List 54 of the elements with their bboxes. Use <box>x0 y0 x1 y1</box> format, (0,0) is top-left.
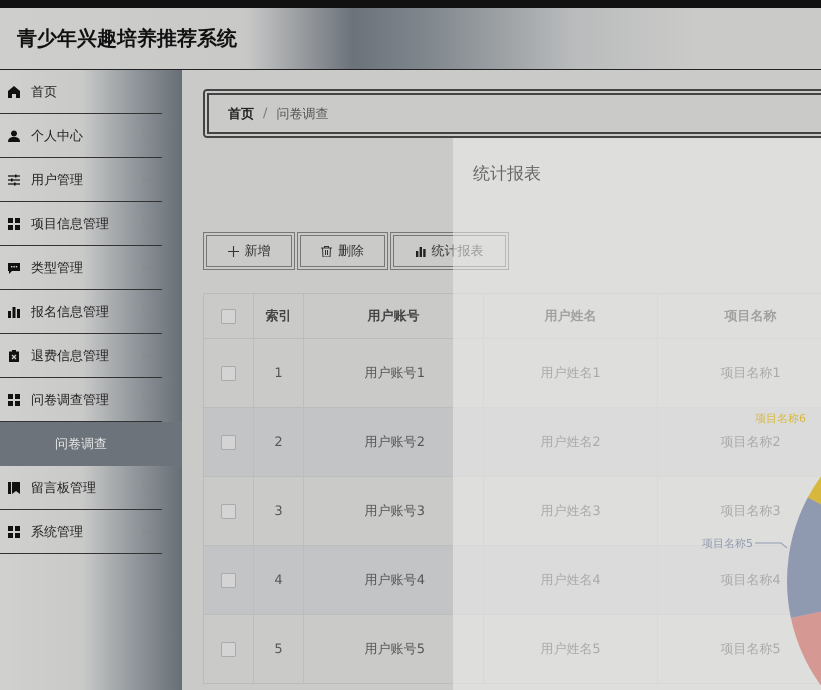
dialog-title: 统计报表 <box>472 163 542 185</box>
clipboard-icon <box>8 350 20 362</box>
add-button[interactable]: 新增 <box>203 232 295 270</box>
app-title: 青少年兴趣培养推荐系统 <box>17 25 237 52</box>
grid-icon <box>8 526 20 538</box>
row-checkbox[interactable] <box>221 434 236 450</box>
book-icon <box>8 482 20 494</box>
bar-chart-icon <box>416 246 426 256</box>
table-cell: 用户账号3 <box>304 477 484 545</box>
report-button[interactable]: 统计报表 <box>390 232 509 270</box>
grid-icon <box>8 394 20 406</box>
sidebar-item[interactable]: 个人中心 <box>0 114 162 158</box>
sidebar-item[interactable]: 系统管理 <box>0 510 162 554</box>
sidebar-item[interactable]: 项目信息管理 <box>0 202 162 246</box>
sidebar-item[interactable]: 报名信息管理 <box>0 290 162 334</box>
row-checkbox[interactable] <box>221 572 236 588</box>
house-icon <box>8 86 20 98</box>
table-cell: 用户账号4 <box>304 546 484 614</box>
column-header: 用户账号 <box>304 294 484 338</box>
table-cell: 3 <box>254 477 304 545</box>
column-header: 索引 <box>254 294 304 338</box>
sidebar-item[interactable]: 类型管理 <box>0 246 162 290</box>
pie-label: 项目名称5 <box>702 537 753 550</box>
sidebar-item[interactable]: 退费信息管理 <box>0 334 162 378</box>
table-cell: 1 <box>254 339 304 407</box>
table-cell: 用户账号2 <box>304 408 484 476</box>
table-cell: 用户账号5 <box>304 615 484 683</box>
speech-bubble-icon <box>8 262 20 274</box>
trash-icon <box>321 246 332 256</box>
delete-button[interactable]: 删除 <box>297 232 388 270</box>
sidebar-item[interactable]: 首页 <box>0 70 162 114</box>
breadcrumb-link[interactable]: 首页 <box>228 104 254 122</box>
sidebar-item[interactable]: 留言板管理 <box>0 466 162 510</box>
row-checkbox[interactable] <box>221 642 236 656</box>
person-icon <box>8 130 20 142</box>
breadcrumb-link[interactable]: 问卷调查 <box>276 104 328 122</box>
sidebar-subitem[interactable]: 问卷调查 <box>0 422 182 466</box>
bar-chart-icon <box>8 306 20 318</box>
grid-icon <box>8 218 20 230</box>
sliders-icon <box>8 174 20 186</box>
pie-label: 项目名称6 <box>755 412 806 425</box>
column-header: 用户姓名 <box>484 294 658 338</box>
table-cell: 用户账号1 <box>304 339 484 407</box>
plus-icon <box>228 246 238 256</box>
column-header: 项目名称 <box>658 294 821 338</box>
leader-line <box>754 542 788 548</box>
breadcrumb-separator: / <box>263 106 268 121</box>
row-checkbox[interactable] <box>221 366 236 380</box>
select-all-checkbox[interactable] <box>221 308 236 324</box>
table-cell: 4 <box>254 546 304 614</box>
table-cell: 2 <box>254 408 304 476</box>
table-cell: 5 <box>254 615 304 683</box>
sidebar-item[interactable]: 用户管理 <box>0 158 162 202</box>
row-checkbox[interactable] <box>221 504 236 518</box>
